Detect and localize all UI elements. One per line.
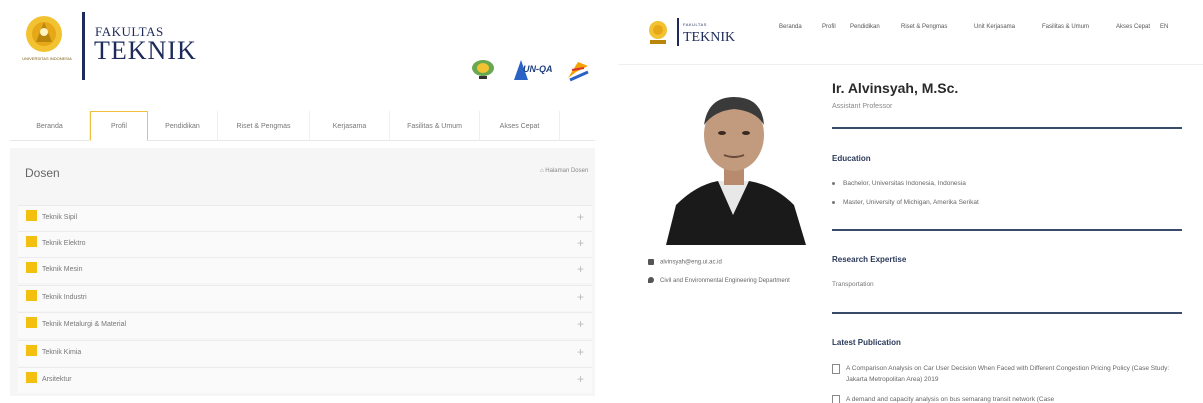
expand-icon[interactable]: + <box>577 290 584 304</box>
department-text: Civil and Environmental Engineering Depa… <box>660 278 790 284</box>
list-item[interactable]: Arsitektur + <box>18 367 592 393</box>
expand-icon[interactable]: + <box>577 262 584 276</box>
page-title: Dosen <box>25 166 60 180</box>
breadcrumb[interactable]: ⌂ Halaman Dosen <box>540 168 588 174</box>
publication-text: A demand and capacity analysis on bus se… <box>846 396 1055 403</box>
expand-icon[interactable]: + <box>577 317 584 331</box>
publication-text: A Comparison Analysis on Car User Decisi… <box>846 365 1170 383</box>
menu-item-pendidikan[interactable]: Pendidikan <box>850 24 880 30</box>
menu-item-akses-cepat[interactable]: Akses Cepat <box>1116 24 1150 30</box>
department-label: Teknik Sipil <box>42 214 78 221</box>
menu-item-riset-pengmas[interactable]: Riset & Pengmas <box>901 24 947 30</box>
list-item[interactable]: Teknik Elektro + <box>18 231 592 257</box>
department-label: Teknik Kimia <box>42 349 82 356</box>
tab-akses-cepat[interactable]: Akses Cepat <box>480 111 560 141</box>
education-item: Bachelor, Universitas Indonesia, Indones… <box>832 180 966 187</box>
main-nav: Beranda Profil Pendidikan Riset & Pengma… <box>10 111 595 141</box>
document-icon <box>832 395 840 403</box>
section-divider <box>832 127 1182 129</box>
site-header: UNIVERSITAS INDONESIA FAKULTAS TEKNIK UN… <box>0 0 605 105</box>
department-contact: Civil and Environmental Engineering Depa… <box>648 277 808 286</box>
email-contact[interactable]: alvinsyah@eng.ui.ac.id <box>648 259 722 266</box>
list-item[interactable]: Teknik Kimia + <box>18 340 592 366</box>
expand-icon[interactable]: + <box>577 236 584 250</box>
profile-photo <box>656 85 811 245</box>
aun-qa-badge-icon: UN-QA <box>514 58 554 82</box>
location-icon <box>648 277 654 284</box>
expand-icon[interactable]: + <box>577 210 584 224</box>
faculty-label-big: TEKNIK <box>94 36 197 65</box>
section-divider <box>832 312 1182 314</box>
education-title: Education <box>832 154 871 163</box>
department-label: Teknik Metalurgi & Material <box>42 321 127 328</box>
department-label: Arsitektur <box>42 376 72 383</box>
department-label: Teknik Industri <box>42 294 87 301</box>
ui-logo-text: UNIVERSITAS INDONESIA <box>22 56 72 61</box>
tab-profil[interactable]: Profil <box>90 111 148 141</box>
list-item[interactable]: Teknik Industri + <box>18 285 592 311</box>
folder-icon <box>26 317 37 328</box>
tab-pendidikan[interactable]: Pendidikan <box>148 111 218 141</box>
publication-item[interactable]: A demand and capacity analysis on bus se… <box>832 394 1172 403</box>
section-divider <box>832 229 1182 231</box>
lecturer-name: Ir. Alvinsyah, M.Sc. <box>832 80 959 96</box>
menu-item-unit-kerjasama[interactable]: Unit Kerjasama <box>974 24 1015 30</box>
email-icon <box>648 259 654 265</box>
aun-qa-badge-text: UN-QA <box>523 64 553 74</box>
list-item[interactable]: Teknik Metalurgi & Material + <box>18 312 592 338</box>
expand-icon[interactable]: + <box>577 345 584 359</box>
menu-item-profil[interactable]: Profil <box>822 24 836 30</box>
folder-icon <box>26 345 37 356</box>
faculty-label-big: TEKNIK <box>683 30 736 45</box>
header-divider <box>677 18 679 46</box>
folder-icon <box>26 210 37 221</box>
site-header: FAKULTAS TEKNIK Beranda Profil Pendidika… <box>619 0 1203 65</box>
ui-logo-icon[interactable] <box>22 12 66 70</box>
folder-icon <box>26 236 37 247</box>
lecturer-profile-panel: FAKULTAS TEKNIK Beranda Profil Pendidika… <box>619 0 1203 403</box>
tab-fasilitas-umum[interactable]: Fasilitas & Umum <box>390 111 480 141</box>
education-item: Master, University of Michigan, Amerika … <box>832 199 979 206</box>
research-value: Transportation <box>832 281 874 288</box>
publication-title: Latest Publication <box>832 338 901 347</box>
tab-riset-pengmas[interactable]: Riset & Pengmas <box>218 111 310 141</box>
folder-icon <box>26 372 37 383</box>
folder-icon <box>26 262 37 273</box>
department-label: Teknik Elektro <box>42 240 86 247</box>
list-item[interactable]: Teknik Sipil + <box>18 205 592 231</box>
tab-beranda[interactable]: Beranda <box>10 111 90 141</box>
menu-item-fasilitas-umum[interactable]: Fasilitas & Umum <box>1042 24 1089 30</box>
faculty-label-small: FAKULTAS <box>683 22 707 27</box>
folder-icon <box>26 290 37 301</box>
award-badge-icon <box>472 60 494 79</box>
ui-logo-icon[interactable] <box>648 20 668 46</box>
list-item[interactable]: Teknik Mesin + <box>18 257 592 283</box>
menu-item-beranda[interactable]: Beranda <box>779 24 802 30</box>
tab-kerjasama[interactable]: Kerjasama <box>310 111 390 141</box>
lecturer-role: Assistant Professor <box>832 103 893 110</box>
accreditation-badge-icon <box>568 62 589 82</box>
language-switch[interactable]: EN <box>1160 24 1168 30</box>
department-label: Teknik Mesin <box>42 266 83 273</box>
expand-icon[interactable]: + <box>577 372 584 386</box>
header-divider <box>82 12 85 80</box>
document-icon <box>832 364 840 374</box>
publication-item[interactable]: A Comparison Analysis on Car User Decisi… <box>832 363 1172 385</box>
faculty-lecturer-list-panel: UNIVERSITAS INDONESIA FAKULTAS TEKNIK UN… <box>0 0 605 403</box>
email-text: alvinsyah@eng.ui.ac.id <box>660 259 722 266</box>
research-title: Research Expertise <box>832 255 907 264</box>
